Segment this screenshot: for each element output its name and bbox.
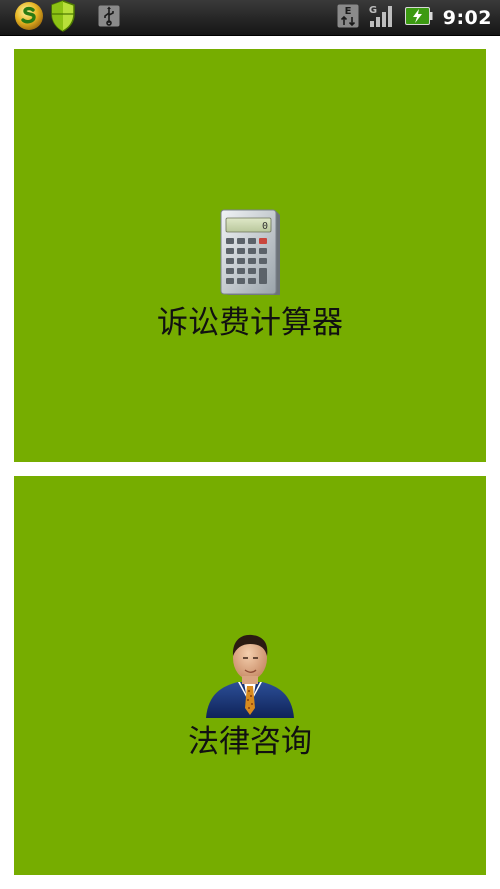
usb-icon [98, 5, 120, 31]
svg-text:0: 0 [262, 221, 268, 232]
litigation-fee-calculator-label: 诉讼费计算器 [157, 305, 343, 341]
legal-consultation-label: 法律咨询 [188, 724, 312, 760]
lawyer-icon [204, 628, 296, 722]
shield-icon [50, 0, 76, 36]
litigation-fee-calculator-button[interactable]: 0 诉讼费计算器 [14, 49, 486, 462]
status-bar-left [14, 0, 120, 36]
panel-content: 法律咨询 [14, 628, 486, 760]
status-bar-right: E G 9:02 [337, 2, 492, 34]
panel-content: 0 诉讼费计算器 [14, 209, 486, 341]
status-bar: E G 9:02 [0, 0, 500, 36]
battery-charging-icon [404, 7, 433, 29]
signal-icon: G [369, 4, 395, 32]
calculator-icon: 0 [218, 209, 282, 303]
signal-type-label: G [369, 5, 377, 16]
data-arrows-icon: E [337, 4, 359, 32]
network-type-label: E [344, 6, 351, 17]
legal-consultation-button[interactable]: 法律咨询 [14, 476, 486, 875]
status-bar-clock: 9:02 [442, 7, 492, 29]
app-logo-icon [14, 1, 44, 35]
